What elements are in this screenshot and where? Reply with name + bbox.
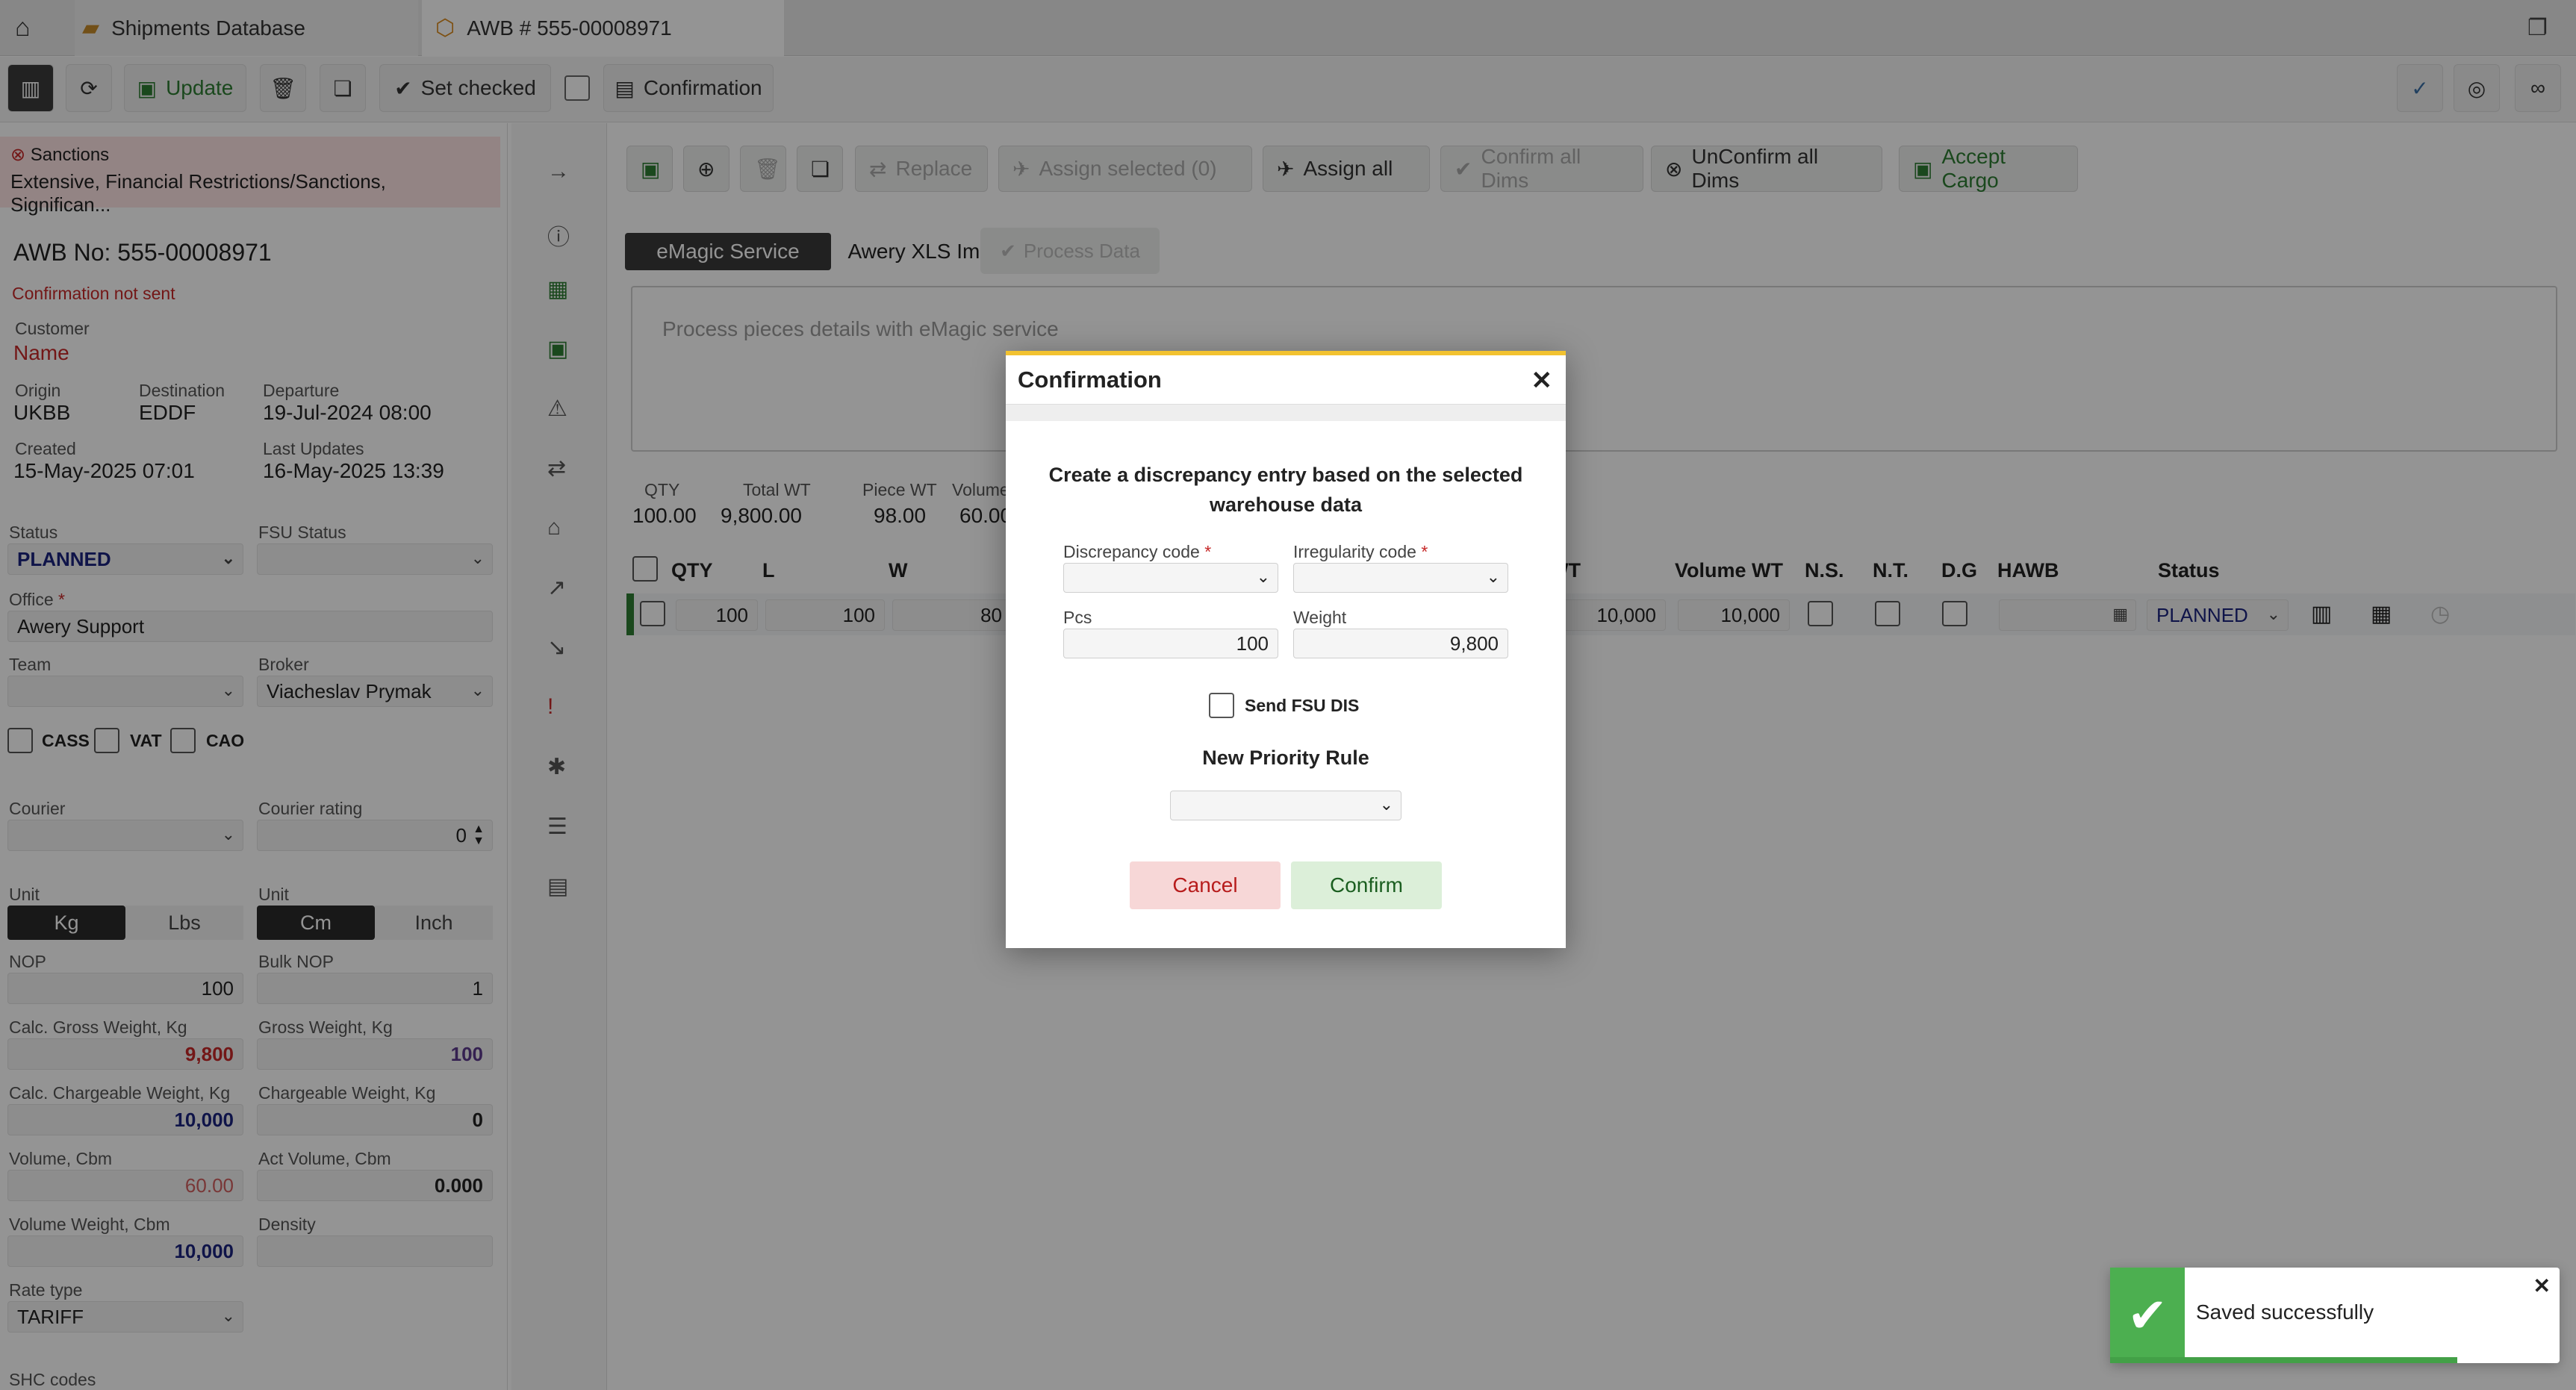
chevron-down-icon: ⌄ bbox=[1486, 567, 1500, 586]
discrepancy-code-select[interactable]: ⌄ bbox=[1063, 563, 1278, 593]
send-fsu-dis-checkbox[interactable] bbox=[1209, 693, 1234, 718]
weight-input[interactable]: 9,800 bbox=[1293, 629, 1508, 658]
irregularity-code-label: Irregularity code * bbox=[1293, 542, 1428, 562]
priority-rule-select[interactable]: ⌄ bbox=[1170, 791, 1401, 820]
dialog-title: Confirmation bbox=[1006, 355, 1566, 405]
confirmation-dialog: Confirmation ✕ Create a discrepancy entr… bbox=[1006, 351, 1566, 948]
required-marker: * bbox=[1204, 542, 1212, 561]
pcs-input[interactable]: 100 bbox=[1063, 629, 1278, 658]
irregularity-code-label-text: Irregularity code bbox=[1293, 542, 1416, 561]
weight-label: Weight bbox=[1293, 608, 1347, 627]
cancel-button[interactable]: Cancel bbox=[1130, 861, 1281, 909]
chevron-down-icon: ⌄ bbox=[1256, 567, 1270, 586]
close-icon[interactable]: ✕ bbox=[2533, 1274, 2551, 1298]
pcs-value: 100 bbox=[1236, 632, 1269, 655]
priority-rule-label: New Priority Rule bbox=[1202, 747, 1369, 769]
dialog-band bbox=[1006, 405, 1566, 421]
required-marker: * bbox=[1421, 542, 1428, 561]
weight-value: 9,800 bbox=[1449, 632, 1499, 655]
checkmark-icon: ✔ bbox=[2110, 1268, 2185, 1363]
discrepancy-code-label-text: Discrepancy code bbox=[1063, 542, 1200, 561]
success-toast: ✔ Saved successfully ✕ bbox=[2110, 1268, 2560, 1363]
confirm-button[interactable]: Confirm bbox=[1291, 861, 1442, 909]
irregularity-code-select[interactable]: ⌄ bbox=[1293, 563, 1508, 593]
toast-progress bbox=[2110, 1357, 2457, 1363]
discrepancy-code-label: Discrepancy code * bbox=[1063, 542, 1211, 562]
chevron-down-icon: ⌄ bbox=[1379, 795, 1393, 814]
close-icon[interactable]: ✕ bbox=[1531, 366, 1553, 396]
dialog-message: Create a discrepancy entry based on the … bbox=[1048, 464, 1523, 516]
pcs-label: Pcs bbox=[1063, 608, 1092, 627]
send-fsu-dis-label: Send FSU DIS bbox=[1245, 696, 1360, 715]
toast-message: Saved successfully bbox=[2196, 1300, 2374, 1324]
